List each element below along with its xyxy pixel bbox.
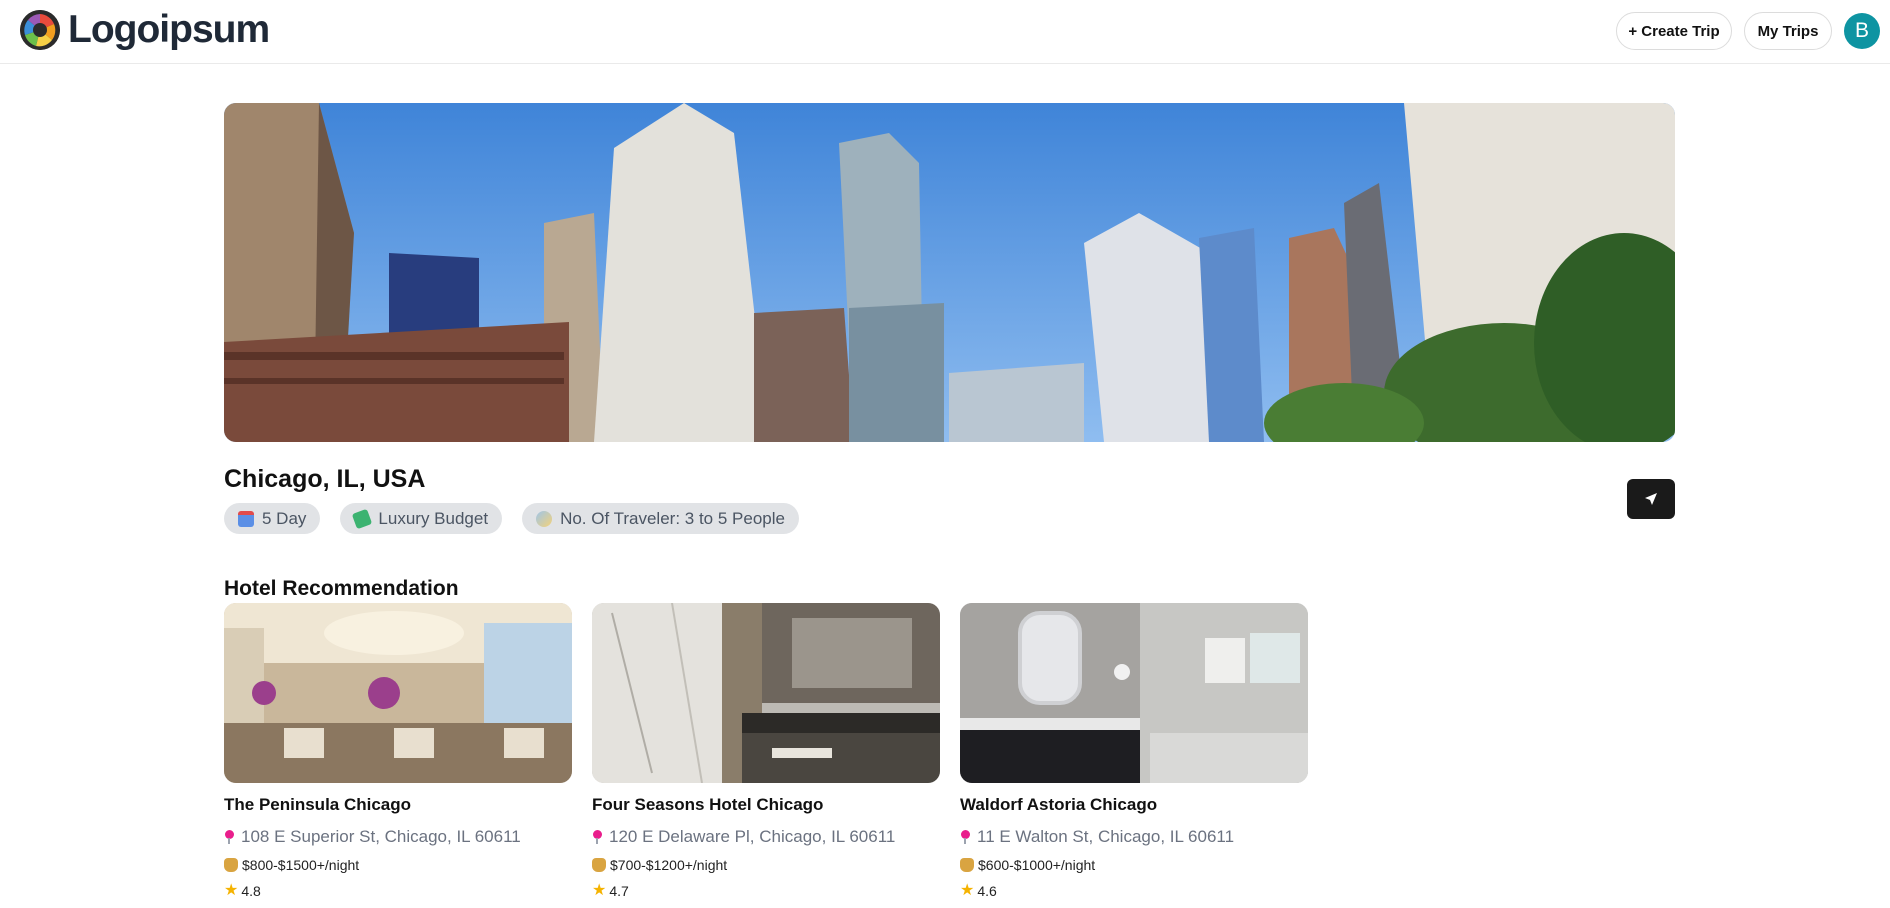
hotel-name: Waldorf Astoria Chicago bbox=[960, 795, 1158, 814]
hotel-image bbox=[224, 603, 572, 783]
hotel-section-title: Hotel Recommendation bbox=[224, 577, 459, 600]
hotel-address: 108 E Superior St, Chicago, IL 60611 bbox=[224, 827, 572, 847]
hotel-address-text: 120 E Delaware Pl, Chicago, IL 60611 bbox=[609, 827, 896, 846]
star-icon: ★ bbox=[592, 882, 607, 899]
budget-chip: Luxury Budget bbox=[340, 503, 503, 534]
star-icon: ★ bbox=[224, 882, 239, 899]
hotel-address-text: 108 E Superior St, Chicago, IL 60611 bbox=[241, 827, 521, 846]
duration-label: 5 Day bbox=[262, 508, 307, 528]
money-bag-icon bbox=[224, 858, 238, 872]
hotel-card[interactable]: Four Seasons Hotel Chicago 120 E Delawar… bbox=[592, 603, 940, 899]
hotel-address: 11 E Walton St, Chicago, IL 60611 bbox=[960, 827, 1308, 847]
duration-chip: 5 Day bbox=[224, 503, 321, 534]
money-bag-icon bbox=[960, 858, 974, 872]
logo-icon bbox=[20, 10, 60, 50]
hotel-price-text: $600-$1000+/night bbox=[978, 857, 1096, 873]
hotel-card[interactable]: Waldorf Astoria Chicago 11 E Walton St, … bbox=[960, 603, 1308, 899]
top-navbar: Logoipsum + Create Trip My Trips B bbox=[0, 0, 1890, 64]
location-pin-icon bbox=[960, 830, 971, 844]
user-avatar[interactable]: B bbox=[1844, 13, 1880, 49]
travelers-chip: No. Of Traveler: 3 to 5 People bbox=[522, 503, 799, 534]
hotel-price: $700-$1200+/night bbox=[592, 857, 940, 873]
create-trip-button[interactable]: + Create Trip bbox=[1616, 12, 1732, 50]
hotel-price-text: $800-$1500+/night bbox=[242, 857, 360, 873]
hotel-address: 120 E Delaware Pl, Chicago, IL 60611 bbox=[592, 827, 940, 847]
trip-info-chips: 5 Day Luxury Budget No. Of Traveler: 3 t… bbox=[224, 503, 799, 534]
hotel-price: $800-$1500+/night bbox=[224, 857, 572, 873]
destination-hero-image bbox=[224, 103, 1675, 442]
travelers-icon bbox=[536, 510, 553, 527]
hotel-rating: ★ 4.6 bbox=[960, 882, 1308, 900]
hotel-price-text: $700-$1200+/night bbox=[610, 857, 728, 873]
hotel-rating-text: 4.7 bbox=[609, 883, 629, 899]
hotel-image bbox=[592, 603, 940, 783]
share-button[interactable] bbox=[1627, 479, 1675, 519]
hotel-rating: ★ 4.8 bbox=[224, 882, 572, 900]
budget-label: Luxury Budget bbox=[378, 508, 489, 528]
hotel-image bbox=[960, 603, 1308, 783]
hotel-rating: ★ 4.7 bbox=[592, 882, 940, 900]
hotel-price: $600-$1000+/night bbox=[960, 857, 1308, 873]
travelers-label: No. Of Traveler: 3 to 5 People bbox=[560, 508, 785, 528]
my-trips-button[interactable]: My Trips bbox=[1744, 12, 1832, 50]
hotel-card[interactable]: The Peninsula Chicago 108 E Superior St,… bbox=[224, 603, 572, 899]
hotel-address-text: 11 E Walton St, Chicago, IL 60611 bbox=[977, 827, 1235, 846]
hotel-name: The Peninsula Chicago bbox=[224, 795, 412, 814]
money-icon bbox=[352, 508, 373, 529]
star-icon: ★ bbox=[960, 882, 975, 899]
location-pin-icon bbox=[224, 830, 235, 844]
money-bag-icon bbox=[592, 858, 606, 872]
destination-title: Chicago, IL, USA bbox=[224, 465, 426, 493]
hotel-rating-text: 4.6 bbox=[977, 883, 997, 899]
send-icon bbox=[1645, 493, 1657, 505]
location-pin-icon bbox=[592, 830, 603, 844]
logo-text: Logoipsum bbox=[68, 8, 270, 51]
calendar-icon bbox=[238, 510, 254, 527]
logo[interactable]: Logoipsum bbox=[20, 8, 270, 51]
hotel-rating-text: 4.8 bbox=[241, 883, 261, 899]
hotel-name: Four Seasons Hotel Chicago bbox=[592, 795, 824, 814]
